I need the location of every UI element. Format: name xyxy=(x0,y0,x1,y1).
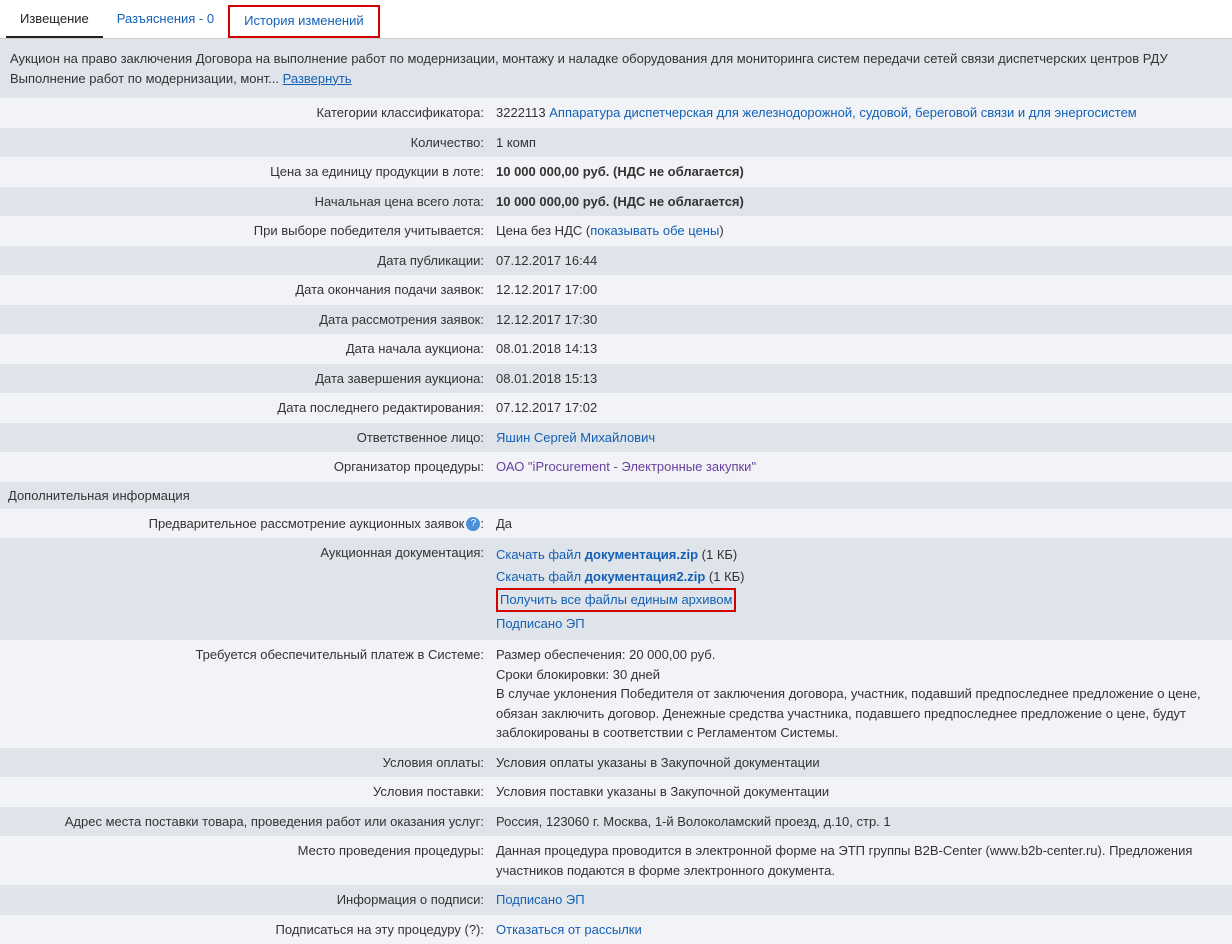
label-winner: При выборе победителя учитывается: xyxy=(0,216,490,246)
file1-name: документация.zip xyxy=(585,547,698,562)
table-row: Количество: 1 комп xyxy=(0,128,1232,158)
label-subscribe: Подписаться на эту процедуру (?): xyxy=(0,915,490,944)
value-pub-date: 07.12.2017 16:44 xyxy=(490,246,1232,276)
value-start-price: 10 000 000,00 руб. (НДС не облагается) xyxy=(490,187,1232,217)
table-row: При выборе победителя учитывается: Цена … xyxy=(0,216,1232,246)
label-auction-start: Дата начала аукциона: xyxy=(0,334,490,364)
value-delivery-cond: Условия поставки указаны в Закупочной до… xyxy=(490,777,1232,807)
label-organizer: Организатор процедуры: xyxy=(0,452,490,482)
table-row: Подписаться на эту процедуру (?): Отказа… xyxy=(0,915,1232,944)
label-docs: Аукционная документация: xyxy=(0,538,490,640)
table-row: Требуется обеспечительный платеж в Систе… xyxy=(0,640,1232,748)
download-file1-link[interactable]: Скачать файл документация.zip xyxy=(496,547,698,562)
value-auction-end: 08.01.2018 15:13 xyxy=(490,364,1232,394)
winner-suffix: ) xyxy=(719,223,723,238)
table-row: Условия поставки: Условия поставки указа… xyxy=(0,777,1232,807)
table-row: Место проведения процедуры: Данная проце… xyxy=(0,836,1232,885)
label-responsible: Ответственное лицо: xyxy=(0,423,490,453)
lot-subtitle-text: Выполнение работ по модернизации, монт..… xyxy=(10,71,283,86)
table-row: Ответственное лицо: Яшин Сергей Михайлов… xyxy=(0,423,1232,453)
value-deadline: 12.12.2017 17:00 xyxy=(490,275,1232,305)
value-prelim: Да xyxy=(490,509,1232,539)
table-row: Начальная цена всего лота: 10 000 000,00… xyxy=(0,187,1232,217)
sig-info-link[interactable]: Подписано ЭП xyxy=(496,892,585,907)
lot-subtitle: Выполнение работ по модернизации, монт..… xyxy=(10,69,1222,89)
value-last-edit: 07.12.2017 17:02 xyxy=(490,393,1232,423)
label-venue: Место проведения процедуры: xyxy=(0,836,490,885)
show-both-prices-link[interactable]: показывать обе цены xyxy=(590,223,719,238)
table-row: Категории классификатора: 3222113 Аппара… xyxy=(0,98,1232,128)
tab-clarifications[interactable]: Разъяснения - 0 xyxy=(103,5,228,38)
value-address: Россия, 123060 г. Москва, 1-й Волоколамс… xyxy=(490,807,1232,837)
value-docs: Скачать файл документация.zip (1 КБ) Ска… xyxy=(490,538,1232,640)
additional-table: Предварительное рассмотрение аукционных … xyxy=(0,509,1232,944)
table-row: Информация о подписи: Подписано ЭП xyxy=(0,885,1232,915)
label-deposit: Требуется обеспечительный платеж в Систе… xyxy=(0,640,490,748)
label-unit-price: Цена за единицу продукции в лоте: xyxy=(0,157,490,187)
table-row: Адрес места поставки товара, проведения … xyxy=(0,807,1232,837)
value-deposit: Размер обеспечения: 20 000,00 руб. Сроки… xyxy=(490,640,1232,748)
label-prelim: Предварительное рассмотрение аукционных … xyxy=(0,509,490,539)
label-pub-date: Дата публикации: xyxy=(0,246,490,276)
tab-history[interactable]: История изменений xyxy=(228,5,380,38)
value-unit-price: 10 000 000,00 руб. (НДС не облагается) xyxy=(490,157,1232,187)
label-auction-end: Дата завершения аукциона: xyxy=(0,364,490,394)
table-row: Дата окончания подачи заявок: 12.12.2017… xyxy=(0,275,1232,305)
label-address: Адрес места поставки товара, проведения … xyxy=(0,807,490,837)
label-deadline: Дата окончания подачи заявок: xyxy=(0,275,490,305)
label-sig-info: Информация о подписи: xyxy=(0,885,490,915)
download-all-link[interactable]: Получить все файлы единым архивом xyxy=(500,592,732,607)
table-row: Условия оплаты: Условия оплаты указаны в… xyxy=(0,748,1232,778)
value-auction-start: 08.01.2018 14:13 xyxy=(490,334,1232,364)
info-table: Категории классификатора: 3222113 Аппара… xyxy=(0,98,1232,482)
table-row: Дата рассмотрения заявок: 12.12.2017 17:… xyxy=(0,305,1232,335)
responsible-link[interactable]: Яшин Сергей Михайлович xyxy=(496,430,655,445)
download-file2-link[interactable]: Скачать файл документация2.zip xyxy=(496,569,705,584)
label-delivery-cond: Условия поставки: xyxy=(0,777,490,807)
signed-link[interactable]: Подписано ЭП xyxy=(496,616,585,631)
label-last-edit: Дата последнего редактирования: xyxy=(0,393,490,423)
tabs-bar: Извещение Разъяснения - 0 История измене… xyxy=(0,0,1232,39)
value-classifier: 3222113 Аппаратура диспетчерская для жел… xyxy=(490,98,1232,128)
help-icon[interactable]: ? xyxy=(466,517,480,531)
table-row: Дата публикации: 07.12.2017 16:44 xyxy=(0,246,1232,276)
table-row: Предварительное рассмотрение аукционных … xyxy=(0,509,1232,539)
value-winner: Цена без НДС (показывать обе цены) xyxy=(490,216,1232,246)
value-payment: Условия оплаты указаны в Закупочной доку… xyxy=(490,748,1232,778)
dl2-prefix: Скачать файл xyxy=(496,569,585,584)
lot-header: Аукцион на право заключения Договора на … xyxy=(0,39,1232,98)
dl1-prefix: Скачать файл xyxy=(496,547,585,562)
label-classifier: Категории классификатора: xyxy=(0,98,490,128)
file1-size: (1 КБ) xyxy=(698,547,737,562)
value-venue: Данная процедура проводится в электронно… xyxy=(490,836,1232,885)
section-additional-info: Дополнительная информация xyxy=(0,482,1232,509)
table-row: Дата начала аукциона: 08.01.2018 14:13 xyxy=(0,334,1232,364)
winner-prefix: Цена без НДС ( xyxy=(496,223,590,238)
table-row: Дата последнего редактирования: 07.12.20… xyxy=(0,393,1232,423)
classifier-link[interactable]: Аппаратура диспетчерская для железнодоро… xyxy=(549,105,1136,120)
table-row: Дата завершения аукциона: 08.01.2018 15:… xyxy=(0,364,1232,394)
file2-name: документация2.zip xyxy=(585,569,706,584)
value-qty: 1 комп xyxy=(490,128,1232,158)
table-row: Организатор процедуры: ОАО "iProcurement… xyxy=(0,452,1232,482)
label-review: Дата рассмотрения заявок: xyxy=(0,305,490,335)
label-qty: Количество: xyxy=(0,128,490,158)
classifier-code: 3222113 xyxy=(496,105,549,120)
label-start-price: Начальная цена всего лота: xyxy=(0,187,490,217)
label-payment: Условия оплаты: xyxy=(0,748,490,778)
table-row: Цена за единицу продукции в лоте: 10 000… xyxy=(0,157,1232,187)
unsubscribe-link[interactable]: Отказаться от рассылки xyxy=(496,922,642,937)
prelim-label-text: Предварительное рассмотрение аукционных … xyxy=(149,516,465,531)
organizer-link[interactable]: ОАО "iProcurement - Электронные закупки" xyxy=(496,459,756,474)
lot-title: Аукцион на право заключения Договора на … xyxy=(10,49,1222,69)
table-row: Аукционная документация: Скачать файл до… xyxy=(0,538,1232,640)
file2-size: (1 КБ) xyxy=(705,569,744,584)
value-review: 12.12.2017 17:30 xyxy=(490,305,1232,335)
tab-notice[interactable]: Извещение xyxy=(6,5,103,38)
expand-link[interactable]: Развернуть xyxy=(283,71,352,86)
